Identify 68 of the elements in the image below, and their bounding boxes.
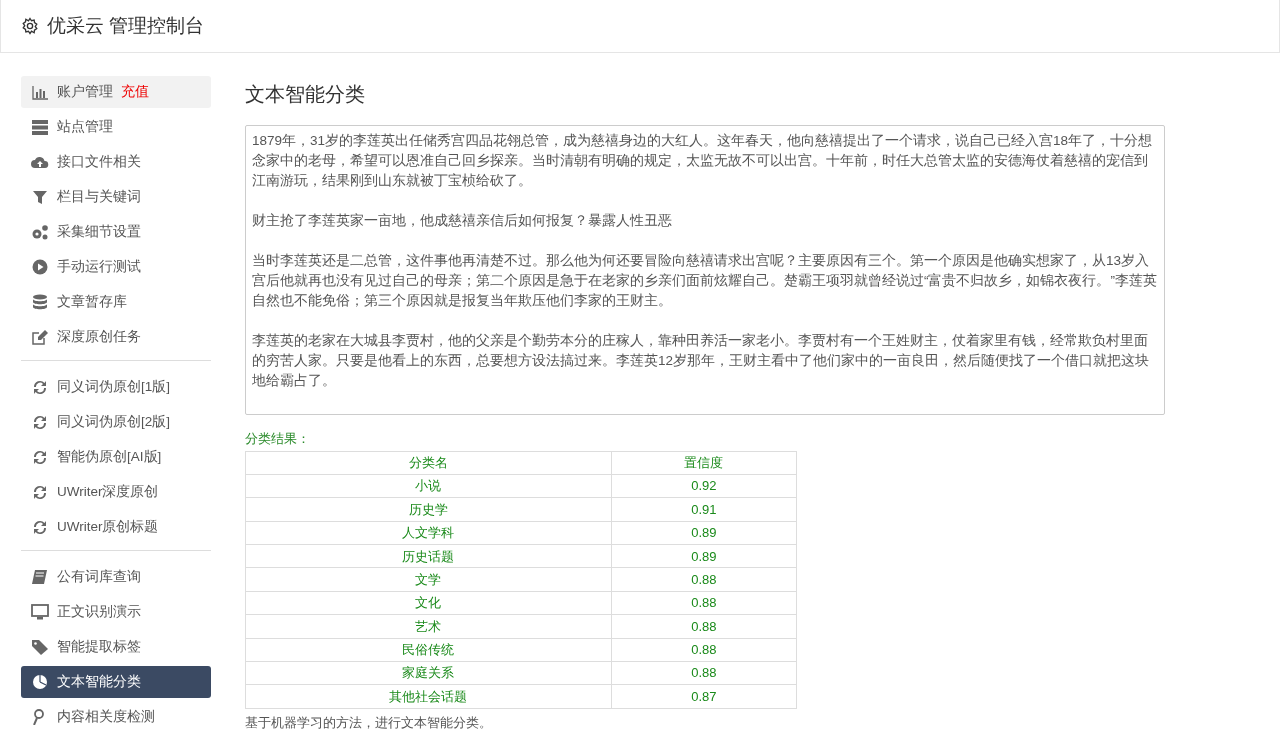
table-cell: 0.92 xyxy=(611,474,797,498)
table-cell: 0.88 xyxy=(611,638,797,662)
table-cell: 人文学科 xyxy=(245,521,612,545)
sidebar-item[interactable]: 正文识别演示 xyxy=(21,596,211,628)
table-cell: 0.88 xyxy=(611,614,797,639)
paragraph-text: 1879年，31岁的李莲英出任储秀宫四品花翎总管，成为慈禧身边的大红人。这年春天，他向慈禧提出了一个请求，说自己已经入宫18年了，十分想念家中的老母，希望可以恩准自己回乡探亲。当时清朝有明确的规定，太监无故不可以出宫。十年前，时任大总管太监的安德海仗着慈禧的宠信到江南游玩，结果刚到山东就被丁宝桢给砍了。 xyxy=(252,132,1154,190)
refresh-icon xyxy=(31,414,49,430)
tag-icon xyxy=(31,639,49,655)
funnel-icon xyxy=(31,189,49,205)
sidebar-item[interactable]: 账户管理 充值 xyxy=(21,76,211,108)
page-title: 文本智能分类 xyxy=(245,82,366,107)
book-icon xyxy=(31,569,49,585)
console-title: 优采云 管理控制台 xyxy=(47,13,205,38)
edit-icon xyxy=(31,484,49,500)
table-cell: 历史学 xyxy=(245,497,612,522)
sidebar-item[interactable]: 公有词库查询 xyxy=(21,561,211,593)
bar-chart-icon xyxy=(31,84,49,100)
sidebar-item[interactable]: 智能提取标签 xyxy=(21,631,211,663)
table-cell: 0.91 xyxy=(611,497,797,522)
gear-icon xyxy=(21,17,39,35)
sidebar-item[interactable]: UWriter深度原创 xyxy=(21,476,211,508)
paragraph-text: 当时李莲英还是二总管，这件事他再清楚不过。那么他为何还要冒险向慈禧请求出宫呢？主要原因有三个。第一个原因是他确实想家了，从13岁入宫后他就再也没有见过自己的母亲；第二个原因是急于在老家的乡亲们面前炫耀自己。楚霸王项羽就曾经说过“富贵不归故乡，如锦衣夜行。”李莲英自然也不能免俗；第三个原因就是报复当年欺压他们李家的王财主。 xyxy=(252,252,1158,310)
sidebar-item[interactable]: 智能伪原创[AI版] xyxy=(21,441,211,473)
table-cell: 0.88 xyxy=(611,591,797,615)
table-cell: 小说 xyxy=(245,474,612,498)
result-label: 分类结果： xyxy=(245,430,311,448)
play-icon xyxy=(31,259,49,275)
paragraph-text: 李莲英的老家在大城县李贾村，他的父亲是个勤劳本分的庄稼人，靠种田养活一家老小。李贾村有一个王姓财主，仗着家里有钱，经常欺负村里面的穷苦人家。只要是他看上的东西，总要想方设法搞过来。李莲英12岁那年，王财主看中了他们家中的一亩良田，然后随便找了一个借口就把这块地给霸占了。 xyxy=(252,332,1151,390)
description-text: 基于机器学习的方法，进行文本智能分类。 xyxy=(245,714,493,731)
text-input-field[interactable] xyxy=(245,125,1165,415)
sidebar-item[interactable]: 采集细节设置 xyxy=(21,216,211,248)
sidebar-item[interactable]: 同义词伪原创[1版] xyxy=(21,371,211,403)
edit-icon xyxy=(31,519,49,535)
table-cell: 文化 xyxy=(245,591,612,615)
refresh-icon xyxy=(31,379,49,395)
sidebar-item[interactable]: 手动运行测试 xyxy=(21,251,211,283)
table-cell: 民俗传统 xyxy=(245,638,612,662)
sidebar-item[interactable]: 文本智能分类 xyxy=(21,666,211,698)
server-icon xyxy=(31,119,49,135)
table-cell: 文学 xyxy=(245,567,612,592)
paragraph-text: 财主抢了李莲英家一亩地，他成慈禧亲信后如何报复？暴露人性丑恶 xyxy=(252,212,673,230)
table-cell: 家庭关系 xyxy=(245,661,612,685)
table-cell: 艺术 xyxy=(245,614,612,639)
sidebar-item[interactable]: 深度原创任务 xyxy=(21,321,211,353)
sidebar-item[interactable]: UWriter原创标题 xyxy=(21,511,211,543)
sidebar-item[interactable]: 同义词伪原创[2版] xyxy=(21,406,211,438)
sidebar-item[interactable]: 栏目与关键词 xyxy=(21,181,211,213)
table-cell: 0.87 xyxy=(611,684,797,709)
database-icon xyxy=(31,294,49,310)
cloud-upload-icon xyxy=(31,154,49,170)
table-cell: 历史话题 xyxy=(245,544,612,568)
table-cell: 0.89 xyxy=(611,544,797,568)
edit-icon xyxy=(31,329,49,345)
table-cell: 其他社会话题 xyxy=(245,684,612,709)
refresh-icon xyxy=(31,449,49,465)
sidebar-item[interactable]: 站点管理 xyxy=(21,111,211,143)
table-cell: 0.88 xyxy=(611,661,797,685)
column-header: 分类名 xyxy=(245,451,612,475)
menu-label: 账户管理 xyxy=(57,82,113,101)
column-header: 置信度 xyxy=(611,451,797,475)
recharge-link[interactable]: 充值 xyxy=(121,81,149,103)
sidebar-item[interactable]: 文章暂存库 xyxy=(21,286,211,318)
table-cell: 0.89 xyxy=(611,521,797,545)
sidebar-item[interactable]: 内容相关度检测 xyxy=(21,701,211,733)
monitor-icon xyxy=(31,604,49,620)
pie-chart-icon xyxy=(31,674,49,690)
sidebar-item[interactable]: 接口文件相关 xyxy=(21,146,211,178)
table-cell: 0.88 xyxy=(611,567,797,592)
